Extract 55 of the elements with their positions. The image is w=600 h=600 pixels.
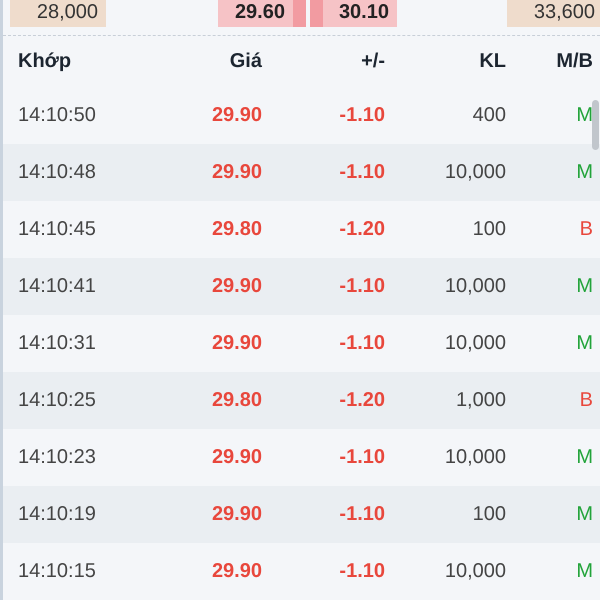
price-cell: 29.90 <box>212 275 262 297</box>
column-header: +/- <box>361 50 385 72</box>
scrollbar-thumb[interactable] <box>592 100 599 150</box>
side-cell: M <box>576 503 593 525</box>
change-cell: -1.10 <box>339 161 385 183</box>
price-cell: 29.90 <box>212 161 262 183</box>
volume-cell: 10,000 <box>444 275 506 297</box>
time-cell: 14:10:50 <box>18 104 96 126</box>
change-cell: -1.10 <box>339 503 385 525</box>
time-cell: 14:10:41 <box>18 275 96 297</box>
time-cell: 14:10:31 <box>18 332 96 354</box>
price-cell: 30.10 <box>310 0 397 27</box>
price-cell: 29.90 <box>212 503 262 525</box>
column-header: Khớp <box>18 50 72 72</box>
side-cell: M <box>576 275 593 297</box>
price-cell: 29.80 <box>212 389 262 411</box>
change-cell: -1.20 <box>339 389 385 411</box>
change-cell: -1.20 <box>339 218 385 240</box>
price-cell: 29.60 <box>218 0 306 27</box>
column-header: KL <box>479 50 506 72</box>
change-cell: -1.10 <box>339 560 385 582</box>
side-cell: M <box>576 446 593 468</box>
time-cell: 14:10:45 <box>18 218 96 240</box>
price-cell: 29.90 <box>212 560 262 582</box>
time-cell: 14:10:25 <box>18 389 96 411</box>
volume-cell: 1,000 <box>456 389 506 411</box>
price-cell: 29.90 <box>212 332 262 354</box>
side-cell: B <box>580 389 593 411</box>
time-cell: 14:10:48 <box>18 161 96 183</box>
volume-cell: 33,600 <box>507 0 600 27</box>
time-cell: 14:10:15 <box>18 560 96 582</box>
volume-cell: 10,000 <box>444 161 506 183</box>
column-header: Giá <box>230 50 262 72</box>
volume-cell: 10,000 <box>444 446 506 468</box>
side-cell: B <box>580 218 593 240</box>
volume-cell: 28,000 <box>10 0 106 27</box>
side-cell: M <box>576 560 593 582</box>
time-cell: 14:10:23 <box>18 446 96 468</box>
volume-cell: 100 <box>472 503 506 525</box>
price-cell: 29.80 <box>212 218 262 240</box>
volume-cell: 10,000 <box>444 332 506 354</box>
price-cell: 29.90 <box>212 104 262 126</box>
side-cell: M <box>576 161 593 183</box>
change-cell: -1.10 <box>339 104 385 126</box>
volume-cell: 100 <box>472 218 506 240</box>
change-cell: -1.10 <box>339 332 385 354</box>
column-header: M/B <box>556 50 593 72</box>
volume-cell: 400 <box>472 104 506 126</box>
volume-cell: 10,000 <box>444 560 506 582</box>
price-cell: 29.90 <box>212 446 262 468</box>
side-cell: M <box>576 104 593 126</box>
side-cell: M <box>576 332 593 354</box>
change-cell: -1.10 <box>339 275 385 297</box>
change-cell: -1.10 <box>339 446 385 468</box>
time-cell: 14:10:19 <box>18 503 96 525</box>
